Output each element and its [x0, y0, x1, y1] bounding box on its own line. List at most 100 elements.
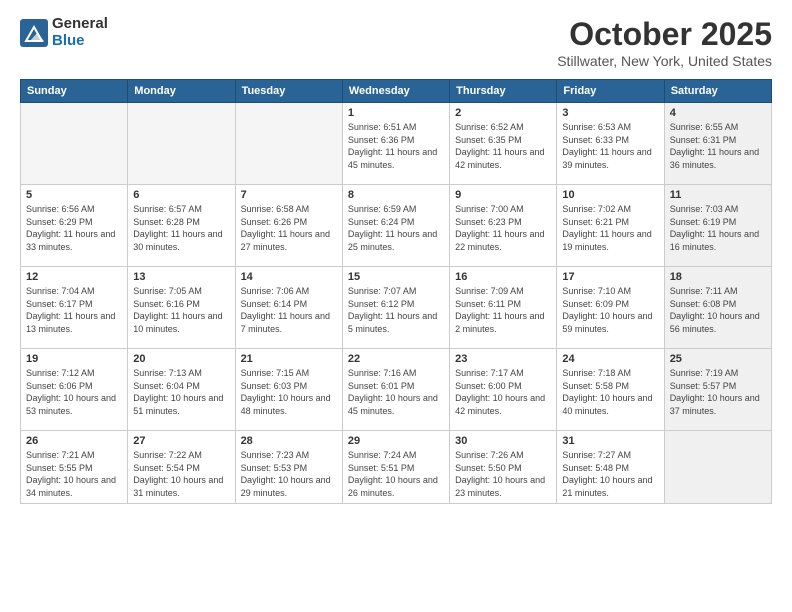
header-row: SundayMondayTuesdayWednesdayThursdayFrid…	[21, 80, 772, 103]
day-cell: 31 Sunrise: 7:27 AM Sunset: 5:48 PM Dayli…	[557, 431, 664, 504]
logo-general-text: General	[52, 16, 108, 33]
day-number: 10	[562, 189, 658, 201]
header-cell-saturday: Saturday	[664, 80, 771, 103]
day-cell: 27Sunrise: 7:22 AM Sunset: 5:54 PM Dayli…	[128, 431, 235, 504]
day-info: Sunrise: 6:55 AM Sunset: 6:31 PM Dayligh…	[670, 121, 766, 171]
header-cell-friday: Friday	[557, 80, 664, 103]
day-cell: 17 Sunrise: 7:10 AM Sunset: 6:09 PM Dayli…	[557, 267, 664, 349]
day-number: 22	[348, 353, 444, 365]
day-cell: 3 Sunrise: 6:53 AM Sunset: 6:33 PM Daylig…	[557, 103, 664, 185]
day-info: Sunrise: 7:23 AM Sunset: 5:53 PM Dayligh…	[241, 449, 337, 499]
day-info: Sunrise: 7:27 AM Sunset: 5:48 PM Dayligh…	[562, 449, 658, 499]
day-cell: 30 Sunrise: 7:26 AM Sunset: 5:50 PM Dayli…	[450, 431, 557, 504]
day-cell: 25 Sunrise: 7:19 AM Sunset: 5:57 PM Dayli…	[664, 349, 771, 431]
day-info: Sunrise: 6:53 AM Sunset: 6:33 PM Dayligh…	[562, 121, 658, 171]
day-info: Sunrise: 7:11 AM Sunset: 6:08 PM Dayligh…	[670, 285, 766, 335]
day-info: Sunrise: 7:10 AM Sunset: 6:09 PM Dayligh…	[562, 285, 658, 335]
header-cell-tuesday: Tuesday	[235, 80, 342, 103]
day-info: Sunrise: 6:52 AM Sunset: 6:35 PM Dayligh…	[455, 121, 551, 171]
day-number: 2	[455, 107, 551, 119]
day-info: Sunrise: 7:03 AM Sunset: 6:19 PM Dayligh…	[670, 203, 766, 253]
day-cell: 9Sunrise: 7:00 AM Sunset: 6:23 PM Daylig…	[450, 185, 557, 267]
day-number: 23	[455, 353, 551, 365]
header-cell-sunday: Sunday	[21, 80, 128, 103]
day-cell: 5 Sunrise: 6:56 AM Sunset: 6:29 PM Daylig…	[21, 185, 128, 267]
day-cell: 13 Sunrise: 7:05 AM Sunset: 6:16 PM Dayli…	[128, 267, 235, 349]
month-title: October 2025	[557, 16, 772, 53]
day-cell: 20 Sunrise: 7:13 AM Sunset: 6:04 PM Dayli…	[128, 349, 235, 431]
day-number: 20	[133, 353, 229, 365]
day-number: 7	[241, 189, 337, 201]
header-cell-monday: Monday	[128, 80, 235, 103]
day-info: Sunrise: 7:17 AM Sunset: 6:00 PM Dayligh…	[455, 367, 551, 417]
title-block: October 2025 Stillwater, New York, Unite…	[557, 16, 772, 69]
day-number: 8	[348, 189, 444, 201]
day-number: 9	[455, 189, 551, 201]
day-number: 14	[241, 271, 337, 283]
day-cell: 14Sunrise: 7:06 AM Sunset: 6:14 PM Dayli…	[235, 267, 342, 349]
logo-blue-text: Blue	[52, 33, 108, 50]
page-container: General Blue October 2025 Stillwater, Ne…	[0, 0, 792, 612]
day-cell: 26 Sunrise: 7:21 AM Sunset: 5:55 PM Dayli…	[21, 431, 128, 504]
day-info: Sunrise: 7:21 AM Sunset: 5:55 PM Dayligh…	[26, 449, 122, 499]
location: Stillwater, New York, United States	[557, 53, 772, 69]
day-number: 15	[348, 271, 444, 283]
day-number: 26	[26, 435, 122, 447]
day-number: 21	[241, 353, 337, 365]
day-info: Sunrise: 7:05 AM Sunset: 6:16 PM Dayligh…	[133, 285, 229, 335]
day-number: 1	[348, 107, 444, 119]
calendar-header: SundayMondayTuesdayWednesdayThursdayFrid…	[21, 80, 772, 103]
day-cell: 19 Sunrise: 7:12 AM Sunset: 6:06 PM Dayli…	[21, 349, 128, 431]
day-cell	[664, 431, 771, 504]
day-cell: 10Sunrise: 7:02 AM Sunset: 6:21 PM Dayli…	[557, 185, 664, 267]
day-number: 13	[133, 271, 229, 283]
header: General Blue October 2025 Stillwater, Ne…	[20, 16, 772, 69]
day-info: Sunrise: 7:13 AM Sunset: 6:04 PM Dayligh…	[133, 367, 229, 417]
day-info: Sunrise: 7:22 AM Sunset: 5:54 PM Dayligh…	[133, 449, 229, 499]
day-cell: 15 Sunrise: 7:07 AM Sunset: 6:12 PM Dayli…	[342, 267, 449, 349]
calendar-table: SundayMondayTuesdayWednesdayThursdayFrid…	[20, 79, 772, 504]
day-info: Sunrise: 7:15 AM Sunset: 6:03 PM Dayligh…	[241, 367, 337, 417]
week-row-1: 1 Sunrise: 6:51 AM Sunset: 6:36 PM Daylig…	[21, 103, 772, 185]
day-cell	[235, 103, 342, 185]
day-number: 3	[562, 107, 658, 119]
logo-icon	[20, 19, 48, 47]
day-number: 19	[26, 353, 122, 365]
day-cell: 28Sunrise: 7:23 AM Sunset: 5:53 PM Dayli…	[235, 431, 342, 504]
calendar-body: 1 Sunrise: 6:51 AM Sunset: 6:36 PM Daylig…	[21, 103, 772, 504]
day-info: Sunrise: 7:04 AM Sunset: 6:17 PM Dayligh…	[26, 285, 122, 335]
day-info: Sunrise: 6:57 AM Sunset: 6:28 PM Dayligh…	[133, 203, 229, 253]
day-info: Sunrise: 7:26 AM Sunset: 5:50 PM Dayligh…	[455, 449, 551, 499]
day-info: Sunrise: 7:12 AM Sunset: 6:06 PM Dayligh…	[26, 367, 122, 417]
day-number: 4	[670, 107, 766, 119]
day-info: Sunrise: 7:19 AM Sunset: 5:57 PM Dayligh…	[670, 367, 766, 417]
week-row-4: 19 Sunrise: 7:12 AM Sunset: 6:06 PM Dayli…	[21, 349, 772, 431]
day-cell	[128, 103, 235, 185]
day-info: Sunrise: 6:58 AM Sunset: 6:26 PM Dayligh…	[241, 203, 337, 253]
day-number: 31	[562, 435, 658, 447]
day-info: Sunrise: 6:51 AM Sunset: 6:36 PM Dayligh…	[348, 121, 444, 171]
day-cell: 29 Sunrise: 7:24 AM Sunset: 5:51 PM Dayli…	[342, 431, 449, 504]
day-cell: 7 Sunrise: 6:58 AM Sunset: 6:26 PM Daylig…	[235, 185, 342, 267]
day-number: 25	[670, 353, 766, 365]
day-cell: 16Sunrise: 7:09 AM Sunset: 6:11 PM Dayli…	[450, 267, 557, 349]
day-info: Sunrise: 7:24 AM Sunset: 5:51 PM Dayligh…	[348, 449, 444, 499]
day-number: 12	[26, 271, 122, 283]
day-cell: 11Sunrise: 7:03 AM Sunset: 6:19 PM Dayli…	[664, 185, 771, 267]
week-row-2: 5 Sunrise: 6:56 AM Sunset: 6:29 PM Daylig…	[21, 185, 772, 267]
logo-text: General Blue	[52, 16, 108, 49]
day-number: 18	[670, 271, 766, 283]
day-number: 16	[455, 271, 551, 283]
week-row-3: 12 Sunrise: 7:04 AM Sunset: 6:17 PM Dayli…	[21, 267, 772, 349]
day-number: 5	[26, 189, 122, 201]
day-cell: 8 Sunrise: 6:59 AM Sunset: 6:24 PM Daylig…	[342, 185, 449, 267]
day-number: 6	[133, 189, 229, 201]
day-cell: 23 Sunrise: 7:17 AM Sunset: 6:00 PM Dayli…	[450, 349, 557, 431]
day-number: 17	[562, 271, 658, 283]
day-info: Sunrise: 6:56 AM Sunset: 6:29 PM Dayligh…	[26, 203, 122, 253]
day-info: Sunrise: 7:07 AM Sunset: 6:12 PM Dayligh…	[348, 285, 444, 335]
day-number: 29	[348, 435, 444, 447]
day-number: 30	[455, 435, 551, 447]
day-info: Sunrise: 6:59 AM Sunset: 6:24 PM Dayligh…	[348, 203, 444, 253]
logo: General Blue	[20, 16, 108, 49]
